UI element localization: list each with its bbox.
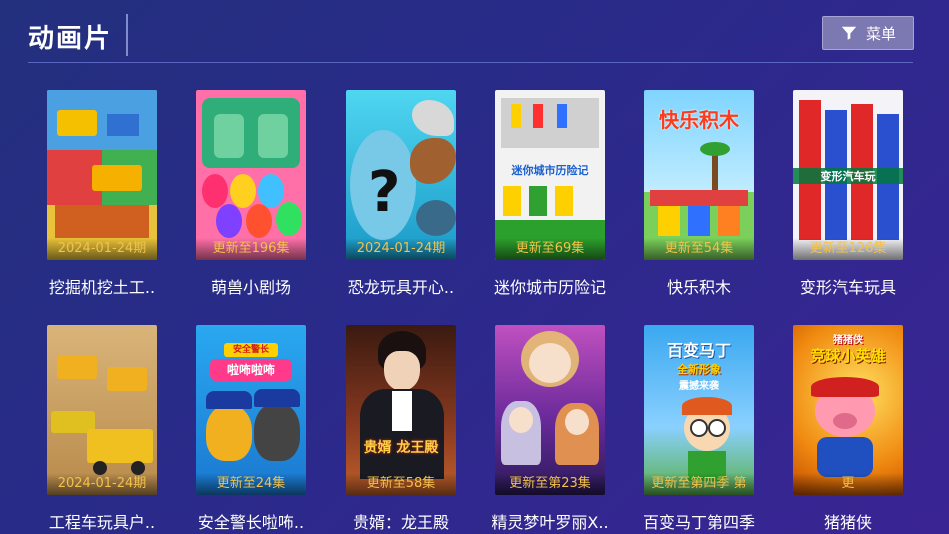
episode-badge: 更新至第23集 [495,473,605,495]
video-card[interactable]: 安全警长 啦咘啦咘 更新至24集 安全警长啦咘.. [196,325,306,533]
episode-badge: 2024-01-24期 [47,473,157,495]
episode-badge: 更新至126集 [793,238,903,260]
video-card[interactable]: ? 2024-01-24期 恐龙玩具开心.. [346,90,456,298]
filter-icon [841,26,857,40]
question-mark-icon: ? [368,160,401,225]
video-card[interactable]: 百变马丁 全新形象 震撼来袭 更新至第四季 第 百变马丁第四季 [643,325,755,533]
poster-art [196,90,306,260]
video-title: 猪猪侠 [823,513,872,532]
poster[interactable]: ? 2024-01-24期 [346,90,456,260]
video-card[interactable]: 迷你城市历险记 更新至69集 迷你城市历险记 [494,90,606,298]
poster[interactable]: 猪猪侠 竞球小英雄 更 [793,325,903,495]
poster-art [47,90,157,260]
video-card[interactable]: 2024-01-24期 挖掘机挖土工.. [47,90,157,298]
poster[interactable]: 更新至196集 [196,90,306,260]
episode-badge: 更新至69集 [495,238,605,260]
poster[interactable]: 百变马丁 全新形象 震撼来袭 更新至第四季 第 [644,325,754,495]
poster-art: 安全警长 啦咘啦咘 [196,325,306,495]
poster-art [495,325,605,495]
video-card[interactable]: 2024-01-24期 工程车玩具户.. [47,325,157,533]
episode-badge: 2024-01-24期 [47,238,157,260]
video-title: 萌兽小剧场 [210,278,291,297]
poster-art: 变形汽车玩 [793,90,903,260]
poster[interactable]: 安全警长 啦咘啦咘 更新至24集 [196,325,306,495]
episode-badge: 更新至第四季 第 [644,473,754,495]
video-card[interactable]: 变形汽车玩 更新至126集 变形汽车玩具 [793,90,903,298]
video-card[interactable]: 更新至196集 萌兽小剧场 [196,90,306,298]
title-divider [126,14,128,56]
poster[interactable]: 贵婿 龙王殿 更新至58集 [346,325,456,495]
poster-art: 贵婿 龙王殿 [346,325,456,495]
poster-art [47,325,157,495]
video-title: 迷你城市历险记 [493,278,606,297]
poster[interactable]: 2024-01-24期 [47,325,157,495]
poster-art: 百变马丁 全新形象 震撼来袭 [644,325,754,495]
video-title: 贵婿：龙王殿 [352,513,449,532]
poster-art: 迷你城市历险记 [495,90,605,260]
poster[interactable]: 快乐积木 更新至54集 [644,90,754,260]
poster[interactable]: 更新至第23集 [495,325,605,495]
menu-button[interactable]: 菜单 [822,16,914,50]
video-title: 恐龙玩具开心.. [347,278,455,297]
episode-badge: 更新至24集 [196,473,306,495]
video-card[interactable]: 更新至第23集 精灵梦叶罗丽X.. [491,325,609,533]
episode-badge: 更 [793,473,903,495]
video-title: 挖掘机挖土工.. [48,278,156,297]
menu-label: 菜单 [865,24,896,43]
video-title: 快乐积木 [666,278,731,297]
episode-badge: 更新至54集 [644,238,754,260]
page-title: 动画片 [28,24,113,54]
poster[interactable]: 2024-01-24期 [47,90,157,260]
video-card[interactable]: 猪猪侠 竞球小英雄 更 猪猪侠 [793,325,903,533]
poster-art: 快乐积木 [644,90,754,260]
header: 动画片 菜单 [0,0,949,64]
episode-badge: 更新至196集 [196,238,306,260]
header-divider [28,62,913,63]
video-card[interactable]: 快乐积木 更新至54集 快乐积木 [644,90,754,298]
poster-art: 猪猪侠 竞球小英雄 [793,325,903,495]
episode-badge: 2024-01-24期 [346,238,456,260]
video-title: 安全警长啦咘.. [197,513,305,532]
video-title: 精灵梦叶罗丽X.. [491,513,609,532]
episode-badge: 更新至58集 [346,473,456,495]
video-title: 变形汽车玩具 [799,278,896,297]
video-title: 百变马丁第四季 [642,513,755,532]
video-title: 工程车玩具户.. [48,513,156,532]
poster[interactable]: 变形汽车玩 更新至126集 [793,90,903,260]
video-card[interactable]: 贵婿 龙王殿 更新至58集 贵婿：龙王殿 [346,325,456,533]
poster[interactable]: 迷你城市历险记 更新至69集 [495,90,605,260]
poster-art: ? [346,90,456,260]
